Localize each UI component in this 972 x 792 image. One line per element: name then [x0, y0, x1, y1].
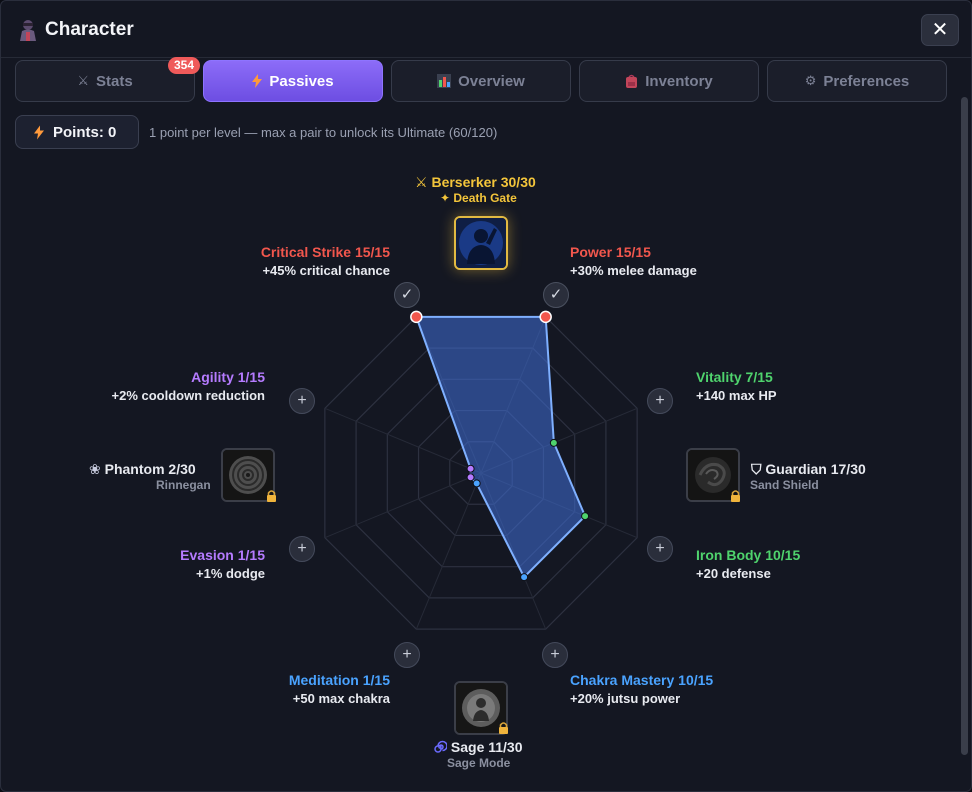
ultimate-sub: Sand Shield — [750, 478, 819, 492]
chakra-mastery-add-button[interactable]: + — [542, 642, 568, 668]
spiral-icon — [434, 740, 448, 753]
plus-icon: + — [655, 540, 665, 557]
ultimate-sub: Sage Mode — [447, 756, 511, 770]
passive-agility: Agility 1/15 +2% cooldown reduction — [111, 369, 266, 403]
plus-icon: + — [402, 646, 412, 663]
critical-strike-check-button[interactable]: ✓ — [394, 282, 420, 308]
radar-point-vitality — [549, 438, 558, 447]
radar-point-evasion — [466, 473, 475, 482]
check-icon: ✓ — [400, 286, 414, 303]
radar-point-critical-strike — [410, 310, 423, 324]
ultimate-sub: ✦ Death Gate — [440, 191, 517, 205]
berserker-portrait-icon — [456, 218, 506, 268]
evasion-add-button[interactable]: + — [289, 536, 315, 562]
meditation-add-button[interactable]: + — [394, 642, 420, 668]
character-window: Character ✕ ⚔ Stats Passives Overview In… — [0, 0, 972, 792]
ultimate-portrait[interactable] — [454, 216, 508, 270]
vitality-add-button[interactable]: + — [647, 388, 673, 414]
passive-evasion: Evasion 1/15 +1% dodge — [180, 547, 265, 581]
passive-meditation: Meditation 1/15 +50 max chakra — [288, 672, 390, 706]
radar-point-power — [539, 310, 552, 324]
radar-point-iron-body — [581, 512, 590, 521]
plus-icon: + — [655, 392, 665, 409]
lock-icon — [731, 490, 740, 502]
ultimate-name: ❀ Phantom 2/30 — [89, 461, 196, 477]
passive-vitality: Vitality 7/15 +140 max HP — [696, 369, 777, 403]
radar-point-agility — [466, 464, 475, 473]
passive-power: Power 15/15 +30% melee damage — [570, 244, 697, 278]
radar-shape — [414, 315, 587, 579]
plus-icon: + — [550, 646, 560, 663]
radar-point-meditation — [472, 479, 481, 488]
crossed-swords-icon: ⚔ — [415, 174, 432, 190]
passive-critical-strike: Critical Strike 15/15 +45% critical chan… — [260, 244, 390, 278]
shield-icon: ⛉ — [751, 461, 766, 477]
plus-icon: + — [297, 392, 307, 409]
ultimate-sub: Rinnegan — [156, 478, 211, 492]
passive-iron-body: Iron Body 10/15 +20 defense — [696, 547, 801, 581]
plus-icon: + — [297, 540, 307, 557]
lock-icon — [267, 490, 276, 502]
lock-icon — [499, 722, 508, 734]
agility-add-button[interactable]: + — [289, 388, 315, 414]
passive-chakra-mastery: Chakra Mastery 10/15 +20% jutsu power — [570, 672, 714, 706]
check-icon: ✓ — [549, 286, 563, 303]
iron-body-add-button[interactable]: + — [647, 536, 673, 562]
power-check-button[interactable]: ✓ — [543, 282, 569, 308]
ultimate-name: ⛉ Guardian 17/30 — [751, 461, 866, 477]
ultimate-name: ⚔ Berserker 30/30 — [415, 174, 536, 190]
ghost-icon: ❀ — [89, 461, 105, 477]
radar-point-chakra-mastery — [520, 573, 529, 582]
ultimate-name: Sage 11/30 — [433, 739, 523, 755]
